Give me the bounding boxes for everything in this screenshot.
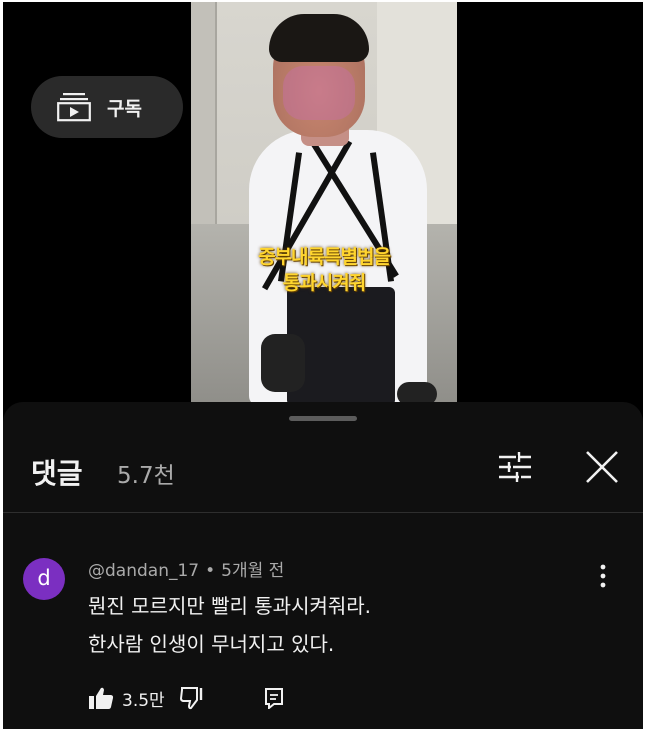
comment-item: d @dandan_17 • 5개월 전 뭔진 모르지만 빨리 통과시켜줘라. 한사… [3,542,643,729]
screenshot-frame: 중부내륙특별법을 통과시켜줘 구독 댓글 5.7천 d @dandan_17 •… [0,0,645,731]
comments-sheet: 댓글 5.7천 d @dandan_17 • 5개월 전 뭔진 모르지만 빨리 … [3,402,643,729]
avatar[interactable]: d [23,558,65,600]
person-glove [261,334,305,392]
comment-text-line2: 한사람 인생이 무너지고 있다. [88,632,335,656]
app-screen: 중부내륙특별법을 통과시켜줘 구독 댓글 5.7천 d @dandan_17 •… [3,2,643,729]
sliders-icon[interactable] [495,447,535,487]
comment-author[interactable]: @dandan_17 [88,561,199,581]
meta-separator: • [205,561,216,581]
thumbs-up-icon[interactable] [88,686,114,710]
subscribe-label: 구독 [107,97,142,120]
subscriptions-icon [57,93,91,122]
comment-actions: 3.5만 [88,684,285,712]
subscribe-button[interactable]: 구독 [31,76,183,138]
reply-icon[interactable] [263,687,285,709]
close-icon[interactable] [581,446,623,488]
thumbs-down-icon[interactable] [179,686,205,710]
more-vert-icon[interactable] [593,562,613,590]
video-bg-door [191,2,217,232]
header-divider [3,512,643,513]
comments-count: 5.7천 [117,463,175,489]
person-face-tint [283,66,355,120]
drag-handle[interactable] [289,416,357,421]
video-caption-line2: 통과시켜줘 [282,272,366,294]
comment-meta: @dandan_17 • 5개월 전 [88,556,284,581]
comment-text-line1: 뭔진 모르지만 빨리 통과시켜줘라. [88,594,372,618]
like-count: 3.5만 [122,690,165,711]
video-caption-line1: 중부내륙특별법을 [258,246,391,268]
comments-title: 댓글 [31,457,83,490]
comment-time: 5개월 전 [221,561,285,581]
person-hair [269,14,369,62]
video-player[interactable]: 중부내륙특별법을 통과시켜줘 [191,2,457,406]
